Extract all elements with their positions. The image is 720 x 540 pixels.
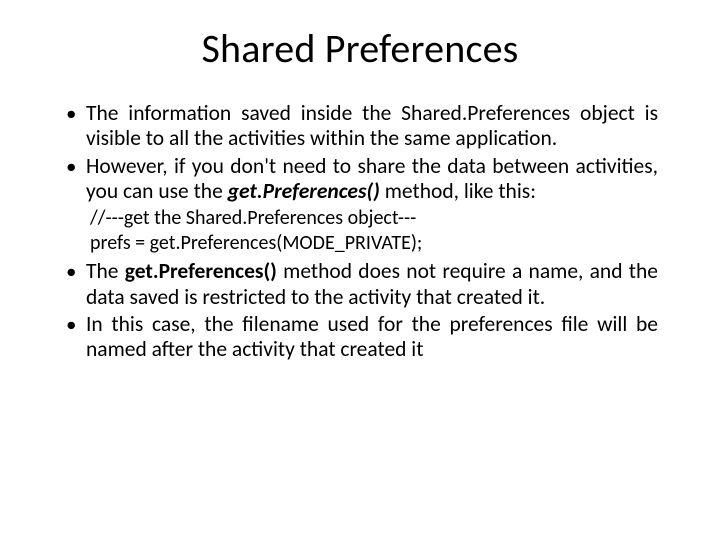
bullet-text: In this case, the filename used for the … xyxy=(86,311,658,362)
bullet-item-2: However, if you don't need to share the … xyxy=(62,154,658,205)
code-line-1: //---get the Shared.Preferences object--… xyxy=(90,206,658,230)
slide-title: Shared Preferences xyxy=(62,24,658,73)
bullet-item-1: The information saved inside the Shared.… xyxy=(62,101,658,152)
bullet-text-pre: The xyxy=(86,258,125,284)
bullet-item-3: The get.Preferences() method does not re… xyxy=(62,259,658,310)
code-line-2: prefs = get.Preferences(MODE_PRIVATE); xyxy=(90,231,658,255)
bullet-list: The information saved inside the Shared.… xyxy=(62,101,658,204)
method-name: get.Preferences() xyxy=(228,178,380,204)
code-block: //---get the Shared.Preferences object--… xyxy=(90,206,658,255)
method-name: get.Preferences() xyxy=(125,258,277,284)
bullet-text: The information saved inside the Shared.… xyxy=(86,100,658,151)
bullet-item-4: In this case, the filename used for the … xyxy=(62,312,658,363)
slide: Shared Preferences The information saved… xyxy=(0,0,720,540)
bullet-list-2: The get.Preferences() method does not re… xyxy=(62,259,658,362)
bullet-text-post: method, like this: xyxy=(380,178,536,204)
